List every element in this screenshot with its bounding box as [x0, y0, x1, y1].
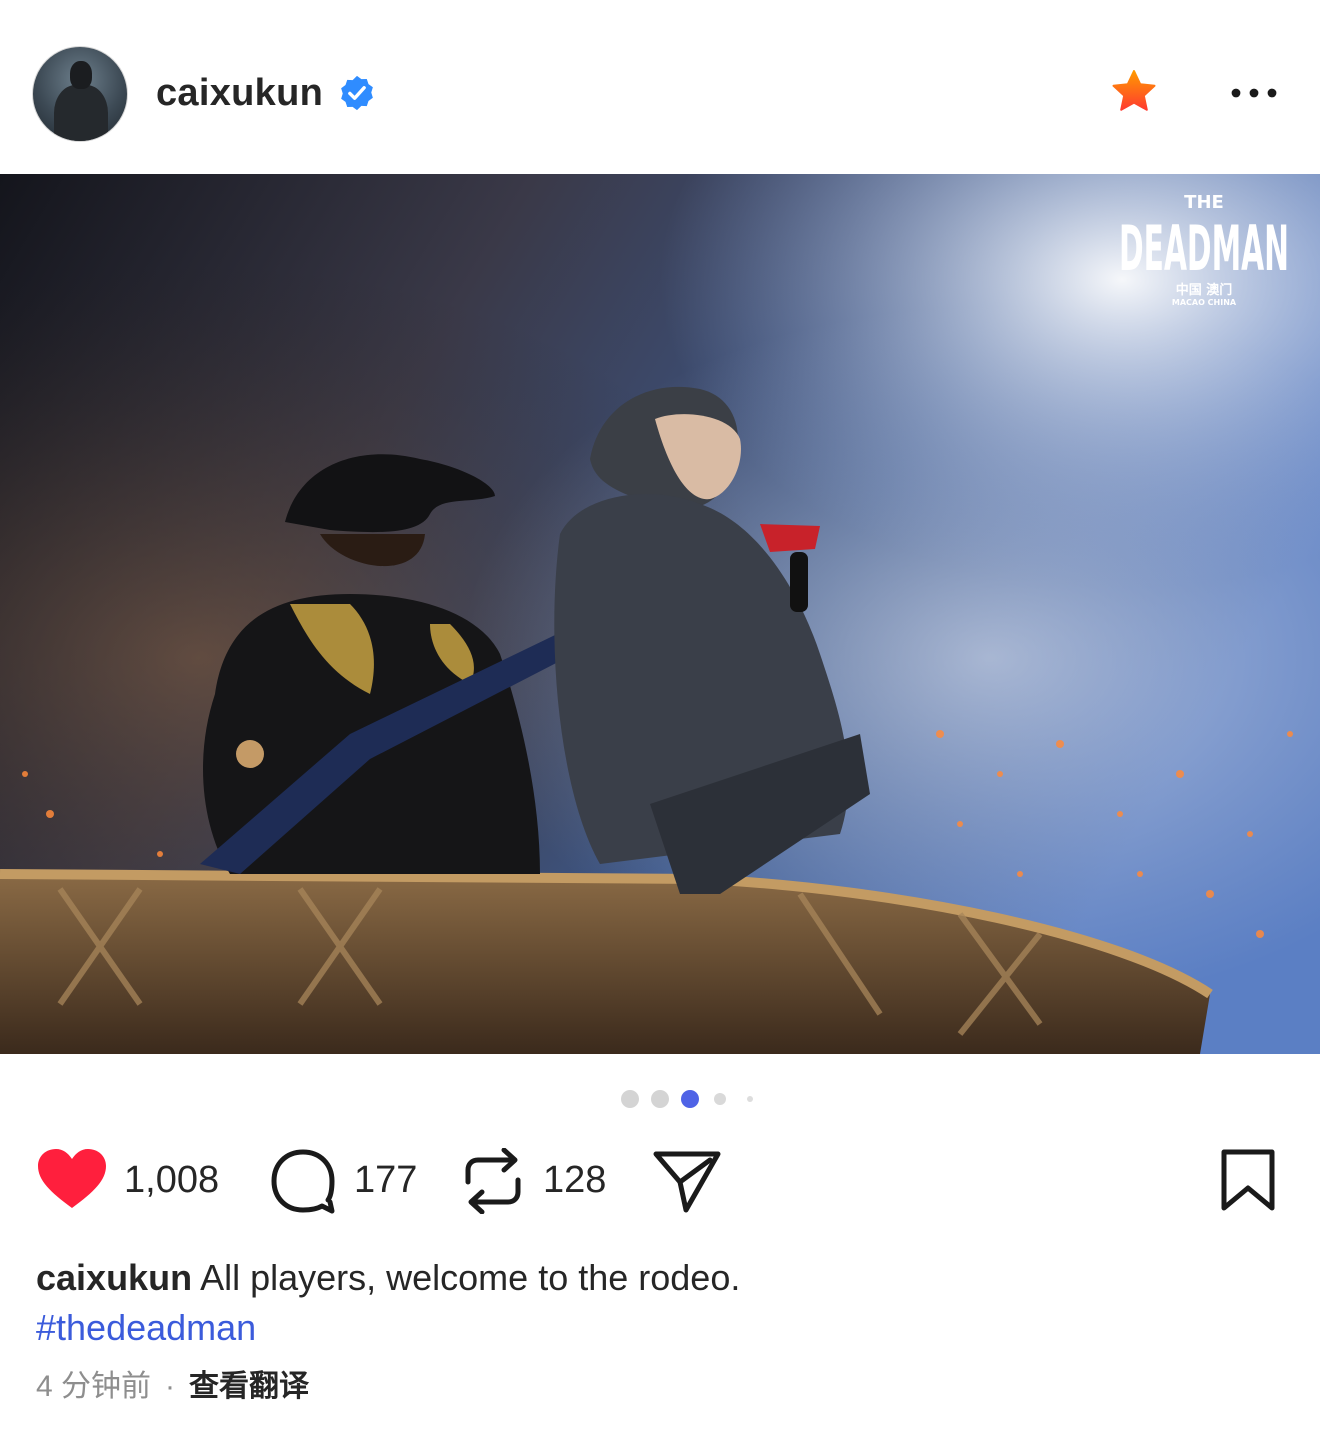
more-options-icon[interactable]: [1226, 78, 1282, 108]
comment-icon[interactable]: [270, 1148, 336, 1214]
carousel-indicator: [621, 1090, 753, 1108]
caption-text: All players, welcome to the rodeo.: [192, 1257, 741, 1298]
watermark-location-cn: 中国 澳门: [1176, 282, 1233, 298]
watermark-location-en: MACAO CHINA: [1172, 298, 1237, 307]
carousel-dot[interactable]: [621, 1090, 639, 1108]
post-meta: 4 分钟前 · 查看翻译: [36, 1364, 309, 1410]
repost-icon[interactable]: [462, 1148, 524, 1214]
comment-count[interactable]: 177: [354, 1156, 417, 1204]
verified-badge-icon: [341, 75, 373, 111]
post-caption: caixukun All players, welcome to the rod…: [36, 1252, 1286, 1304]
post-header: caixukun: [0, 0, 1320, 174]
star-icon[interactable]: [1110, 68, 1158, 116]
meta-separator: ·: [165, 1370, 176, 1403]
caption-username[interactable]: caixukun: [36, 1257, 192, 1298]
post-photo[interactable]: THE DEADMAN 中国 澳门 MACAO CHINA: [0, 174, 1320, 1054]
send-icon[interactable]: [652, 1148, 722, 1214]
see-translation-button[interactable]: 查看翻译: [189, 1370, 309, 1403]
like-count[interactable]: 1,008: [124, 1156, 219, 1204]
post-timestamp: 4 分钟前: [36, 1370, 152, 1403]
carousel-dot-active[interactable]: [681, 1090, 699, 1108]
carousel-dot[interactable]: [747, 1096, 753, 1102]
watermark-small: THE: [1184, 192, 1224, 213]
hashtag-link[interactable]: #thedeadman: [36, 1302, 256, 1354]
carousel-dot[interactable]: [651, 1090, 669, 1108]
avatar[interactable]: [32, 46, 128, 142]
carousel-dot[interactable]: [714, 1093, 726, 1105]
repost-count[interactable]: 128: [543, 1156, 606, 1204]
heart-icon[interactable]: [36, 1148, 108, 1212]
post-username[interactable]: caixukun: [156, 70, 323, 116]
watermark-title: DEADMAN: [1119, 212, 1289, 285]
bookmark-icon[interactable]: [1220, 1148, 1276, 1212]
